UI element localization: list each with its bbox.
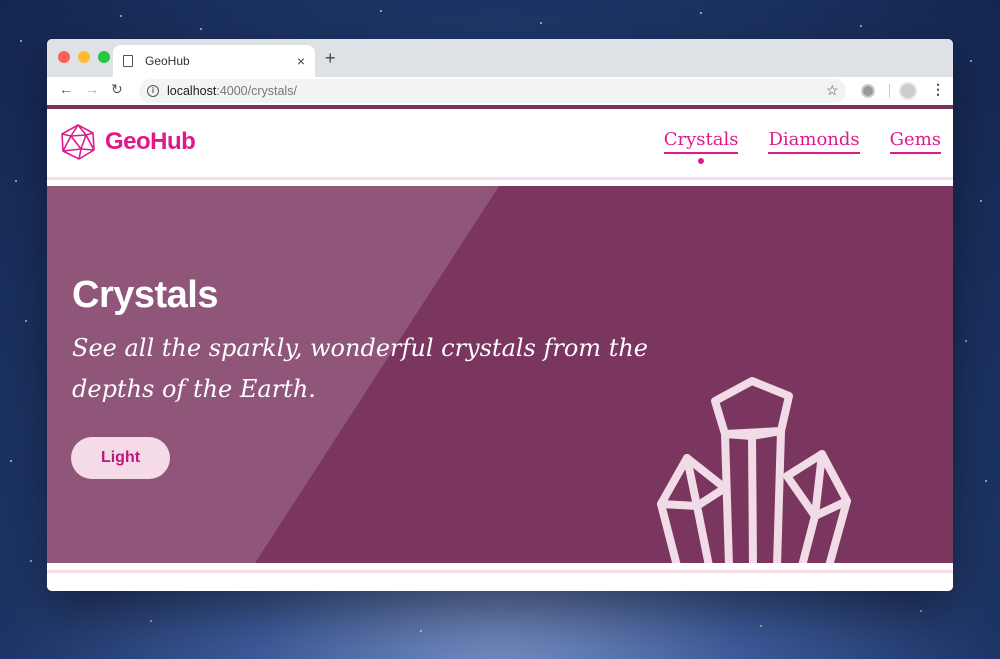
crystal-cluster-illustration [657,377,851,563]
footer-divider [47,560,953,573]
tab-close-icon[interactable]: × [297,53,305,69]
info-icon[interactable]: i [147,85,159,97]
nav-link-gems[interactable]: Gems [889,129,941,154]
url-path: :4000/crystals/ [216,84,297,98]
url-host: localhost [167,84,217,98]
footer-rule [47,570,953,573]
logo-text: GeoHub [105,128,196,155]
browser-menu-icon[interactable]: ⋮ [931,81,945,98]
hero-title: Crystals [72,274,218,316]
hero-banner: Crystals See all the sparkly, wonderful … [47,186,953,563]
hero-subtitle: See all the sparkly, wonderful crystals … [72,334,648,403]
back-button[interactable]: ← [59,81,73,97]
site-nav: Crystals Diamonds Gems [663,129,941,154]
icosahedron-logo-icon [61,124,95,160]
forward-button[interactable]: → [85,81,99,97]
nav-link-diamonds[interactable]: Diamonds [768,129,860,154]
extension-icon[interactable] [861,84,875,98]
window-controls [58,51,110,63]
minimize-window-button[interactable] [78,51,90,63]
browser-toolbar: ← → ↻ i localhost:4000/crystals/ ☆ ⋮ [47,77,953,105]
site-logo[interactable]: GeoHub [59,123,196,161]
browser-tab[interactable]: GeoHub × [113,45,315,77]
maximize-window-button[interactable] [98,51,110,63]
bookmark-star-icon[interactable]: ☆ [826,82,839,99]
light-button[interactable]: Light [71,437,170,479]
site-header: GeoHub Crystals Diamonds Gems [47,109,953,177]
nav-link-crystals[interactable]: Crystals [663,129,739,154]
web-page: GeoHub Crystals Diamonds Gems Crystals S… [47,105,953,591]
toolbar-divider [889,84,890,98]
new-tab-button[interactable]: + [325,48,336,69]
document-icon [123,55,133,67]
address-bar[interactable]: i localhost:4000/crystals/ [139,79,846,103]
tab-title: GeoHub [145,54,190,68]
reload-button[interactable]: ↻ [111,81,123,98]
close-window-button[interactable] [58,51,70,63]
profile-avatar[interactable] [899,82,917,100]
tab-bar: GeoHub × + [47,39,953,77]
browser-window: GeoHub × + ← → ↻ i localhost:4000/crysta… [47,39,953,591]
